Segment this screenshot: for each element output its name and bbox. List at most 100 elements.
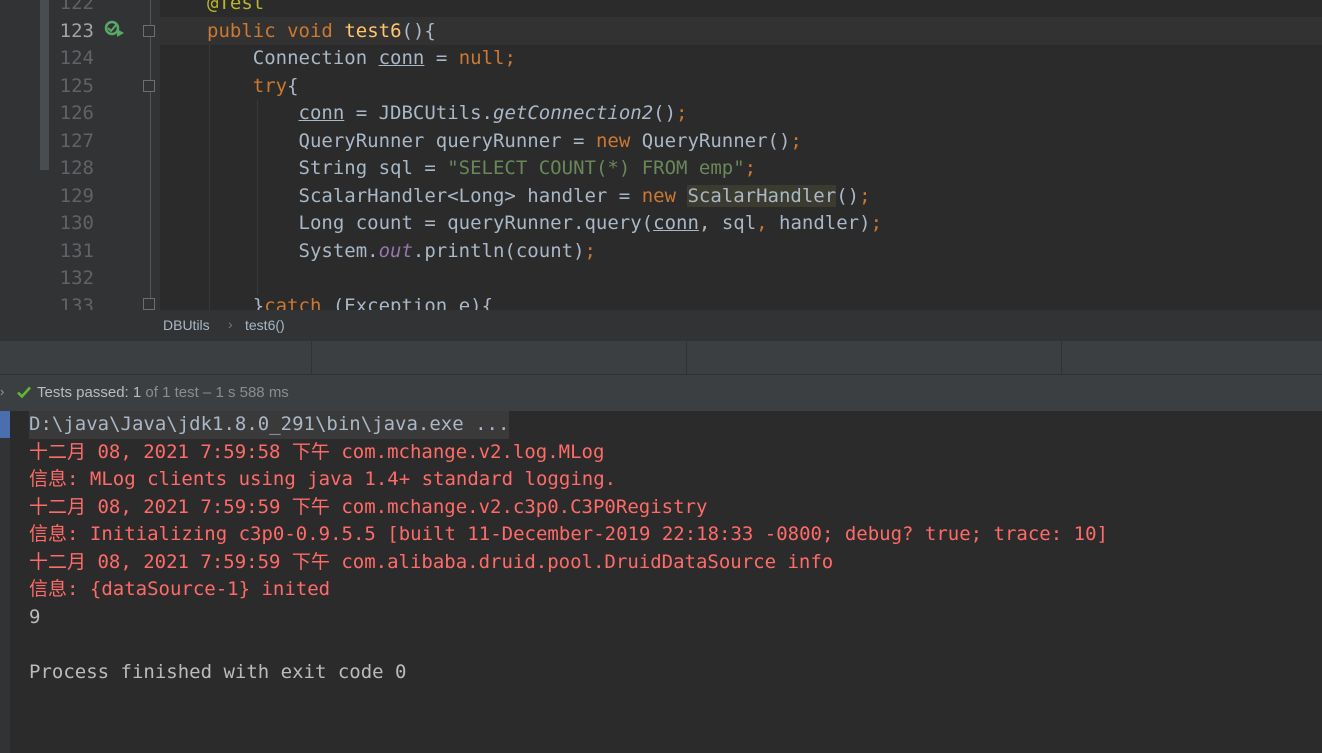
code-token: (){ [401,19,436,42]
keyword-token: public [207,19,276,42]
test-status-label: Tests passed: [37,384,133,401]
console-log-line: 信息: {dataSource-1} inited [29,578,331,600]
console-result-line: 9 [29,605,41,628]
line-number: 122 [59,0,94,14]
breadcrumb-class[interactable]: DBUtils [163,317,210,333]
code-token: Connection [252,47,368,69]
code-line-131: System.out.println(count); [207,238,596,266]
variable-token: conn [653,212,699,234]
line-number: 132 [59,267,94,289]
code-token: { [287,74,299,97]
line-number: 126 [59,102,94,124]
code-token: (Exception e){ [321,294,494,311]
string-literal-token: "SELECT COUNT(*) FROM emp" [447,157,745,179]
keyword-token: null [458,47,505,69]
code-line-123: public void test6(){ [207,18,436,46]
code-token: Long count = queryRunner.query( [298,212,654,234]
code-token: ; [584,239,596,262]
code-line-126: conn = JDBCUtils.getConnection2(); [207,100,688,128]
tool-tab[interactable] [0,341,312,375]
code-token: ; [744,157,757,179]
code-token: = [344,102,379,124]
line-number: 130 [59,212,94,234]
code-line-124: Connection conn = null; [207,45,516,73]
keyword-token: new [595,129,631,152]
code-token: ; [859,184,871,207]
line-number: 124 [59,47,94,69]
keyword-token: void [287,19,333,42]
console-log-line: 十二月 08, 2021 7:59:59 下午 com.mchange.v2.c… [29,495,708,518]
check-icon [17,386,31,399]
breadcrumb: DBUtils › test6() [0,310,1322,340]
code-token: .println(count) [412,239,585,262]
chevron-right-icon[interactable]: › [0,384,4,399]
line-number: 129 [59,184,94,207]
code-token: ; [504,47,516,69]
test-status-text: Tests passed: 1 of 1 test – 1 s 588 ms [37,384,289,401]
fold-marker[interactable] [143,80,155,92]
variable-token: conn [298,102,345,124]
method-name-token: test6 [344,19,402,42]
code-line-128: String sql = "SELECT COUNT(*) FROM emp"; [207,155,757,183]
line-number-current: 123 [59,19,94,42]
static-method-token: getConnection2 [493,102,654,124]
test-passed-count: 1 [132,384,142,401]
code-editor[interactable]: 122 123 124 125 126 127 128 129 130 131 … [0,0,1322,310]
editor-left-strip [0,0,52,310]
breadcrumb-method[interactable]: test6() [245,317,285,333]
line-number: 128 [59,157,94,179]
code-token: ; [790,129,802,152]
code-token: QueryRunner() [630,129,791,152]
code-token: () [653,102,677,124]
console-gutter-selection [0,411,10,438]
highlighted-token: ScalarHandler [687,184,837,207]
breadcrumb-left-strip [0,310,52,340]
console-log-line: 十二月 08, 2021 7:59:59 下午 com.alibaba.drui… [29,550,834,573]
run-test-icon[interactable] [104,19,126,39]
code-line-129: ScalarHandler<Long> handler = new Scalar… [207,183,871,211]
line-number: 131 [59,239,94,262]
code-token: String sql = [298,157,448,179]
code-token: QueryRunner queryRunner = [298,129,596,152]
code-token: handler) [767,212,871,234]
breadcrumb-separator: › [228,316,233,332]
code-token: ScalarHandler<Long> handler = [298,184,642,207]
test-status-suffix: of 1 test – 1 s 588 ms [141,384,289,401]
line-number: 125 [59,74,94,97]
keyword-token: catch [264,294,322,311]
code-token: JDBCUtils. [378,102,493,124]
tool-tab[interactable] [312,341,687,375]
annotation-token: @Test [207,0,265,14]
fold-marker[interactable] [143,298,155,310]
console-log-line: 信息: MLog clients using java 1.4+ standar… [29,468,617,490]
code-line-130: Long count = queryRunner.query(conn,, sq… [207,210,883,238]
code-token: = [424,47,459,69]
code-token: System. [298,239,379,262]
console-gutter [0,411,10,753]
code-token: } [252,294,265,311]
code-line-133: }catch (Exception e){ [207,293,493,311]
console-log-line: 信息: Initializing c3p0-0.9.5.5 [built 11-… [29,523,1108,545]
keyword-token: new [641,184,677,207]
line-number: 127 [59,129,94,152]
code-token: , sql [698,212,757,234]
fold-marker[interactable] [143,25,155,37]
code-line-122: @Test [207,0,264,18]
test-status-bar: › Tests passed: 1 of 1 test – 1 s 588 ms [0,374,1322,412]
code-token: () [836,184,860,207]
tool-tab[interactable] [687,341,1062,375]
console-finish-line: Process finished with exit code 0 [29,660,407,683]
console-log-line: 十二月 08, 2021 7:59:58 下午 com.mchange.v2.l… [29,440,605,463]
code-line-125: try{ [207,73,299,101]
code-token: ; [870,212,883,234]
code-token: ; [676,102,688,124]
run-tool-window-header [0,340,1322,375]
variable-token: conn [378,47,425,69]
code-line-127: QueryRunner queryRunner = new QueryRunne… [207,128,802,156]
gutter-divider [150,0,151,310]
console-output[interactable]: D:\java\Java\jdk1.8.0_291\bin\java.exe .… [0,411,1322,753]
editor-scrollbar-thumb[interactable] [40,0,49,170]
keyword-token: try [252,74,288,97]
line-number: 133 [59,294,94,311]
console-command-line[interactable]: D:\java\Java\jdk1.8.0_291\bin\java.exe .… [29,411,510,439]
